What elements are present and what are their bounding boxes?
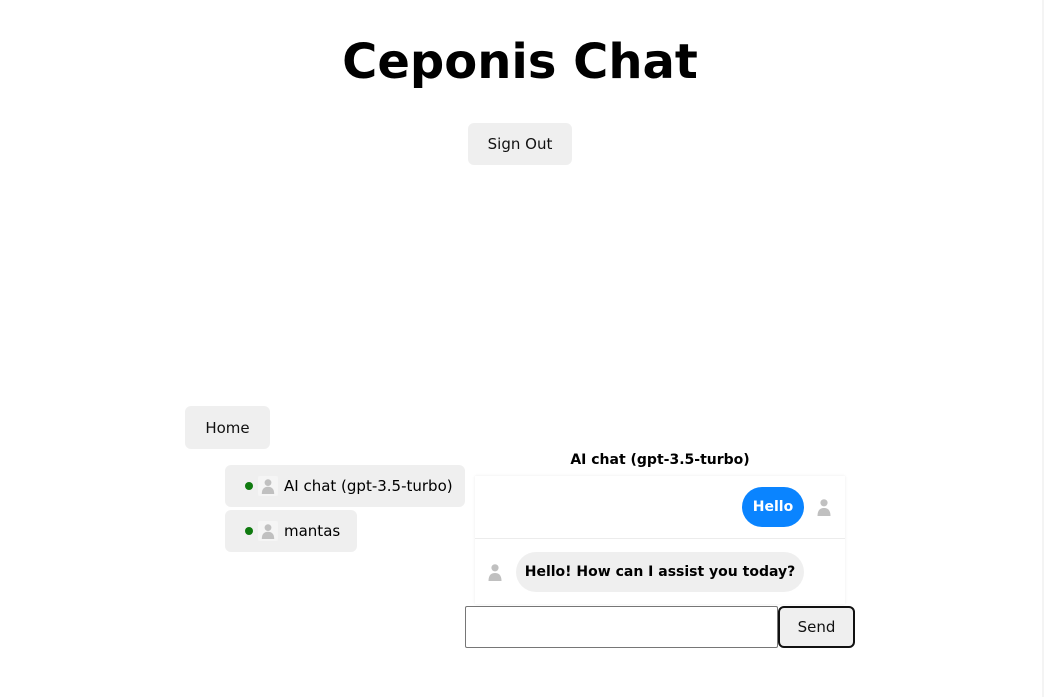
contact-item-mantas[interactable]: mantas (225, 510, 357, 552)
user-icon (258, 476, 278, 496)
online-status-dot (245, 527, 253, 535)
message-input[interactable] (465, 606, 778, 648)
contact-name: mantas (284, 522, 341, 540)
page-title: Ceponis Chat (342, 34, 698, 90)
contact-item-ai-chat[interactable]: AI chat (gpt-3.5-turbo) (225, 465, 465, 507)
message-divider (475, 538, 845, 539)
sign-out-button[interactable]: Sign Out (468, 123, 572, 165)
contact-name: AI chat (gpt-3.5-turbo) (284, 477, 453, 495)
home-button[interactable]: Home (185, 406, 270, 449)
send-button[interactable]: Send (778, 606, 855, 648)
user-icon (258, 521, 278, 541)
chat-title: AI chat (gpt-3.5-turbo) (570, 452, 750, 468)
user-icon (485, 562, 505, 582)
ai-message-bubble: Hello! How can I assist you today? (516, 552, 804, 592)
online-status-dot (245, 482, 253, 490)
user-message-bubble: Hello (742, 487, 804, 527)
user-icon (814, 497, 834, 517)
